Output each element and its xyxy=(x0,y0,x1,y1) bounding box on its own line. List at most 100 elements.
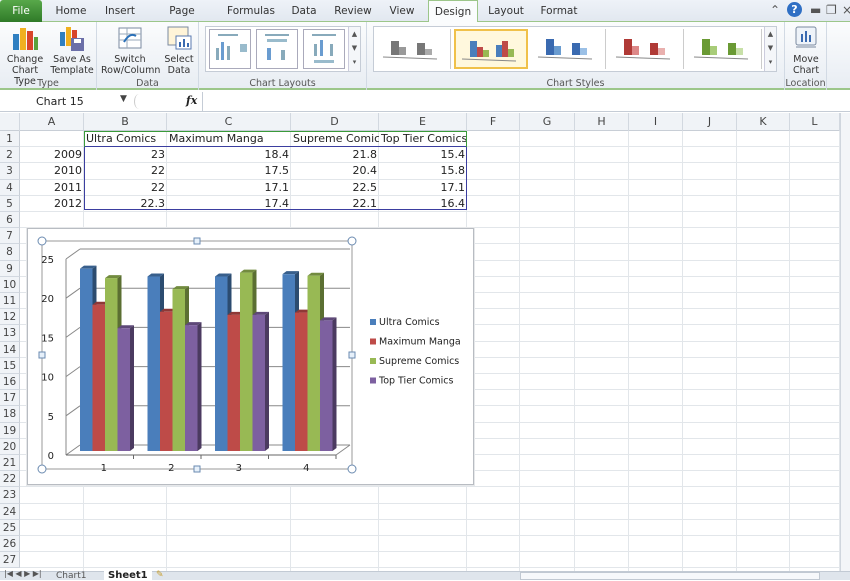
column-header-e[interactable]: E xyxy=(379,113,467,131)
tab-view[interactable]: View xyxy=(384,0,420,22)
chart-object[interactable]: 0 5 10 15 20 25 1 2 3 4 Ultra Comics Maximum Manga S… xyxy=(27,228,474,485)
tab-insert[interactable]: Insert xyxy=(98,0,142,22)
column-header-g[interactable]: G xyxy=(520,113,575,131)
row-header-24[interactable]: 24 xyxy=(0,503,20,520)
bar-maximum-manga-1 xyxy=(92,304,105,451)
row-header-20[interactable]: 20 xyxy=(0,438,20,455)
row-header-25[interactable]: 25 xyxy=(0,519,20,536)
tab-home[interactable]: Home xyxy=(50,0,92,22)
chart-style-gray[interactable] xyxy=(377,29,451,69)
row-header-6[interactable]: 6 xyxy=(0,212,20,229)
row-header-12[interactable]: 12 xyxy=(0,309,20,326)
cell-a3[interactable]: 2010 xyxy=(20,163,84,179)
row-header-19[interactable]: 19 xyxy=(0,422,20,439)
switch-row-column-label: Switch Row/Column xyxy=(101,54,161,76)
ribbon-tab-bar: File Home Insert Page Layout Formulas Da… xyxy=(0,0,850,39)
chart-style-red[interactable] xyxy=(610,29,684,69)
select-data-button[interactable]: Select Data xyxy=(161,24,197,76)
column-header-l[interactable]: L xyxy=(790,113,840,131)
horizontal-scrollbar[interactable] xyxy=(520,572,820,580)
side-wall-gridline xyxy=(65,405,81,417)
name-box-value: Chart 15 xyxy=(36,95,84,108)
tab-design[interactable]: Design xyxy=(428,0,478,23)
tab-formulas[interactable]: Formulas xyxy=(224,0,278,22)
column-header-h[interactable]: H xyxy=(575,113,629,131)
row-header-16[interactable]: 16 xyxy=(0,374,20,391)
column-header-f[interactable]: F xyxy=(467,113,520,131)
cell-a5[interactable]: 2012 xyxy=(20,196,84,212)
bar-supreme-comics-1 xyxy=(105,278,118,451)
save-as-template-button[interactable]: Save As Template xyxy=(50,24,94,76)
chart-data-range-outline xyxy=(84,146,467,210)
bar-side-0-3 xyxy=(130,325,134,451)
tab-data[interactable]: Data xyxy=(286,0,322,22)
vertical-scrollbar[interactable] xyxy=(840,113,850,571)
column-header-d[interactable]: D xyxy=(291,113,379,131)
chart-layouts-scroll[interactable]: ▲ ▼ ▾ xyxy=(348,27,360,71)
cell-a2[interactable]: 2009 xyxy=(20,147,84,163)
close-window-icon[interactable]: × xyxy=(842,3,850,17)
chart-styles-scroll[interactable]: ▲ ▼ ▾ xyxy=(764,27,776,71)
column-header-b[interactable]: B xyxy=(84,113,167,131)
row-header-22[interactable]: 22 xyxy=(0,471,20,488)
row-header-27[interactable]: 27 xyxy=(0,552,20,569)
column-header-i[interactable]: I xyxy=(629,113,683,131)
row-header-7[interactable]: 7 xyxy=(0,228,20,245)
bar-side-3-3 xyxy=(332,317,337,451)
row-header-10[interactable]: 10 xyxy=(0,276,20,293)
chart-style-blue[interactable] xyxy=(532,29,606,69)
gridline-horizontal xyxy=(20,551,840,553)
row-header-1[interactable]: 1 xyxy=(0,131,20,148)
tab-file[interactable]: File xyxy=(0,0,42,22)
row-header-26[interactable]: 26 xyxy=(0,536,20,553)
chart-layout-3[interactable] xyxy=(303,29,345,69)
bar-ultra-comics-1 xyxy=(80,268,93,451)
row-header-9[interactable]: 9 xyxy=(0,260,20,277)
move-chart-button[interactable]: Move Chart xyxy=(787,24,825,76)
restore-window-icon[interactable]: ❐ xyxy=(826,3,837,17)
tab-format[interactable]: Format xyxy=(534,0,584,22)
legend-swatch-0 xyxy=(370,319,376,325)
row-header-17[interactable]: 17 xyxy=(0,390,20,407)
row-header-8[interactable]: 8 xyxy=(0,244,20,261)
name-box[interactable]: Chart 15 xyxy=(0,93,130,111)
chart-type-icon xyxy=(10,24,40,52)
tab-review[interactable]: Review xyxy=(330,0,376,22)
column-header-j[interactable]: J xyxy=(683,113,737,131)
formula-input[interactable] xyxy=(202,92,850,111)
row-header-14[interactable]: 14 xyxy=(0,341,20,358)
chart-layout-1[interactable] xyxy=(209,29,251,69)
tab-page-layout[interactable]: Page Layout xyxy=(150,0,214,39)
sheet-tab-sheet1[interactable]: Sheet1 xyxy=(104,570,152,581)
name-box-dropdown-icon[interactable]: ▼ xyxy=(120,94,127,104)
insert-function-icon[interactable]: fx xyxy=(186,94,197,107)
insert-sheet-icon[interactable]: ✎ xyxy=(156,570,164,580)
gridline-horizontal xyxy=(20,486,840,488)
row-header-5[interactable]: 5 xyxy=(0,195,20,212)
sheet-nav-arrows[interactable]: |◀ ◀ ▶ ▶| xyxy=(4,569,42,578)
chart-style-multicolor[interactable] xyxy=(454,29,528,69)
chart-layout-2[interactable] xyxy=(256,29,298,69)
minimize-window-icon[interactable]: ▬ xyxy=(810,3,821,17)
row-header-15[interactable]: 15 xyxy=(0,357,20,374)
column-header-a[interactable]: A xyxy=(20,113,84,131)
tab-layout[interactable]: Layout xyxy=(484,0,528,22)
row-header-23[interactable]: 23 xyxy=(0,487,20,504)
row-header-21[interactable]: 21 xyxy=(0,455,20,472)
cell-a4[interactable]: 2011 xyxy=(20,180,84,196)
row-header-18[interactable]: 18 xyxy=(0,406,20,423)
row-header-13[interactable]: 13 xyxy=(0,325,20,342)
bar-maximum-manga-2 xyxy=(160,311,173,451)
select-all-corner[interactable] xyxy=(0,113,20,131)
row-header-11[interactable]: 11 xyxy=(0,293,20,310)
save-as-template-label: Save As Template xyxy=(50,54,94,76)
minimize-ribbon-icon[interactable]: ⌃ xyxy=(770,3,780,17)
column-header-k[interactable]: K xyxy=(737,113,790,131)
row-header-3[interactable]: 3 xyxy=(0,163,20,180)
help-icon[interactable]: ? xyxy=(787,2,802,17)
switch-row-column-button[interactable]: Switch Row/Column xyxy=(101,24,161,76)
row-header-2[interactable]: 2 xyxy=(0,147,20,164)
chart-style-green[interactable] xyxy=(688,29,762,69)
column-header-c[interactable]: C xyxy=(167,113,291,131)
row-header-4[interactable]: 4 xyxy=(0,179,20,196)
